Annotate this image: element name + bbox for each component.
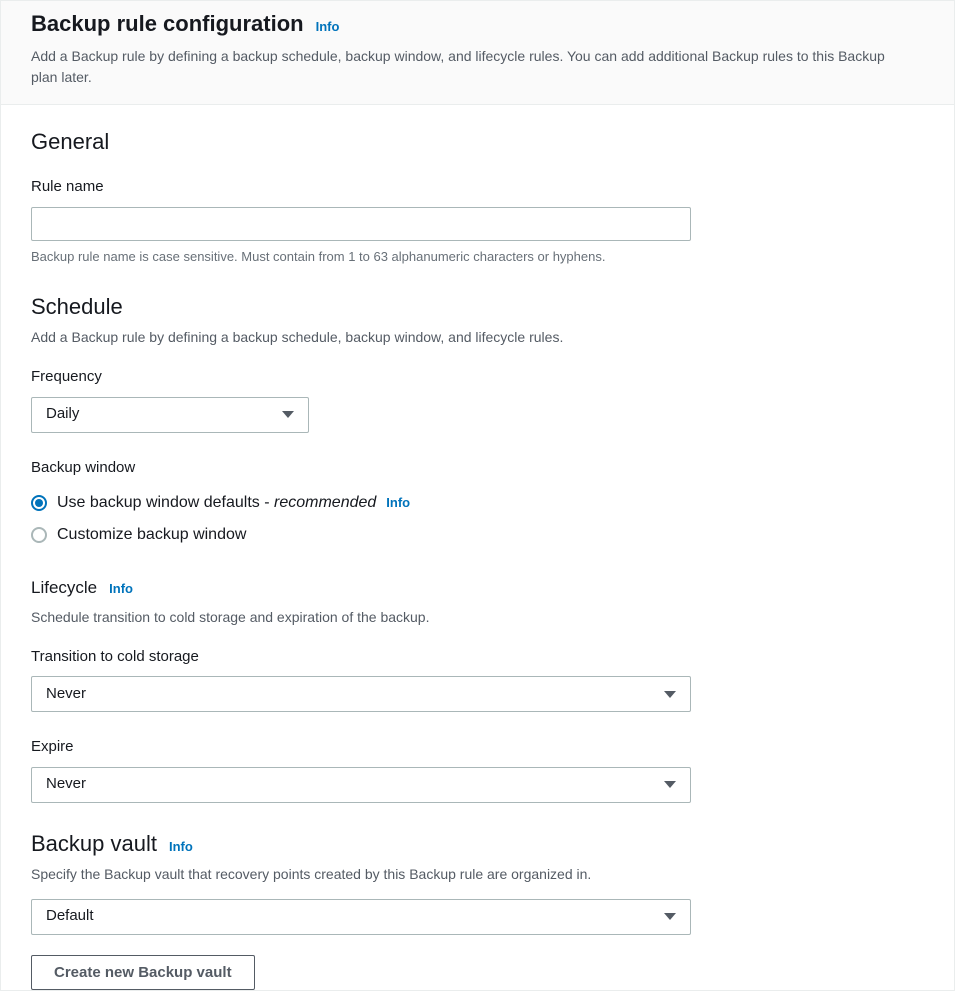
radio-defaults-recommended: recommended bbox=[274, 494, 376, 511]
backup-window-radio-group: Use backup window defaults - recommended… bbox=[31, 487, 924, 551]
create-vault-button[interactable]: Create new Backup vault bbox=[31, 955, 255, 990]
panel-info-link[interactable]: Info bbox=[316, 17, 340, 37]
rule-name-field: Rule name Backup rule name is case sensi… bbox=[31, 176, 924, 266]
cold-storage-label: Transition to cold storage bbox=[31, 646, 924, 669]
lifecycle-title: Lifecycle bbox=[31, 575, 97, 601]
radio-defaults-label: Use backup window defaults bbox=[57, 494, 260, 511]
frequency-label: Frequency bbox=[31, 366, 924, 389]
vault-value: Default bbox=[46, 905, 94, 928]
cold-storage-select[interactable]: Never bbox=[31, 676, 691, 712]
panel-title: Backup rule configuration bbox=[31, 7, 304, 40]
caret-down-icon bbox=[282, 411, 294, 418]
schedule-description: Add a Backup rule by defining a backup s… bbox=[31, 327, 924, 348]
expire-label: Expire bbox=[31, 736, 924, 759]
vault-section-title: Backup vault bbox=[31, 827, 157, 860]
expire-value: Never bbox=[46, 773, 86, 796]
vault-select[interactable]: Default bbox=[31, 899, 691, 935]
frequency-value: Daily bbox=[46, 403, 79, 426]
radio-icon bbox=[31, 527, 47, 543]
frequency-field: Frequency Daily bbox=[31, 366, 924, 433]
caret-down-icon bbox=[664, 781, 676, 788]
rule-name-label: Rule name bbox=[31, 176, 924, 199]
radio-customize[interactable]: Customize backup window bbox=[31, 519, 924, 551]
expire-field: Expire Never bbox=[31, 736, 924, 803]
cold-storage-value: Never bbox=[46, 683, 86, 706]
panel-body: General Rule name Backup rule name is ca… bbox=[1, 105, 954, 990]
general-section-title: General bbox=[31, 125, 924, 158]
caret-down-icon bbox=[664, 691, 676, 698]
backup-window-info-link[interactable]: Info bbox=[386, 493, 410, 513]
schedule-section-title: Schedule bbox=[31, 290, 924, 323]
vault-description: Specify the Backup vault that recovery p… bbox=[31, 864, 924, 885]
vault-info-link[interactable]: Info bbox=[169, 837, 193, 857]
radio-customize-label: Customize backup window bbox=[57, 523, 246, 547]
radio-icon bbox=[31, 495, 47, 511]
backup-window-label: Backup window bbox=[31, 457, 924, 480]
radio-defaults-sep: - bbox=[264, 494, 274, 511]
lifecycle-description: Schedule transition to cold storage and … bbox=[31, 607, 924, 628]
rule-name-input[interactable] bbox=[31, 207, 691, 241]
lifecycle-info-link[interactable]: Info bbox=[109, 579, 133, 599]
backup-rule-config-panel: Backup rule configuration Info Add a Bac… bbox=[0, 0, 955, 991]
backup-window-field: Backup window Use backup window defaults… bbox=[31, 457, 924, 552]
vault-select-field: Default bbox=[31, 899, 924, 935]
rule-name-hint: Backup rule name is case sensitive. Must… bbox=[31, 247, 924, 267]
panel-header: Backup rule configuration Info Add a Bac… bbox=[1, 1, 954, 105]
radio-use-defaults[interactable]: Use backup window defaults - recommended… bbox=[31, 487, 924, 519]
caret-down-icon bbox=[664, 913, 676, 920]
panel-description: Add a Backup rule by defining a backup s… bbox=[31, 46, 911, 88]
cold-storage-field: Transition to cold storage Never bbox=[31, 646, 924, 713]
frequency-select[interactable]: Daily bbox=[31, 397, 309, 433]
expire-select[interactable]: Never bbox=[31, 767, 691, 803]
